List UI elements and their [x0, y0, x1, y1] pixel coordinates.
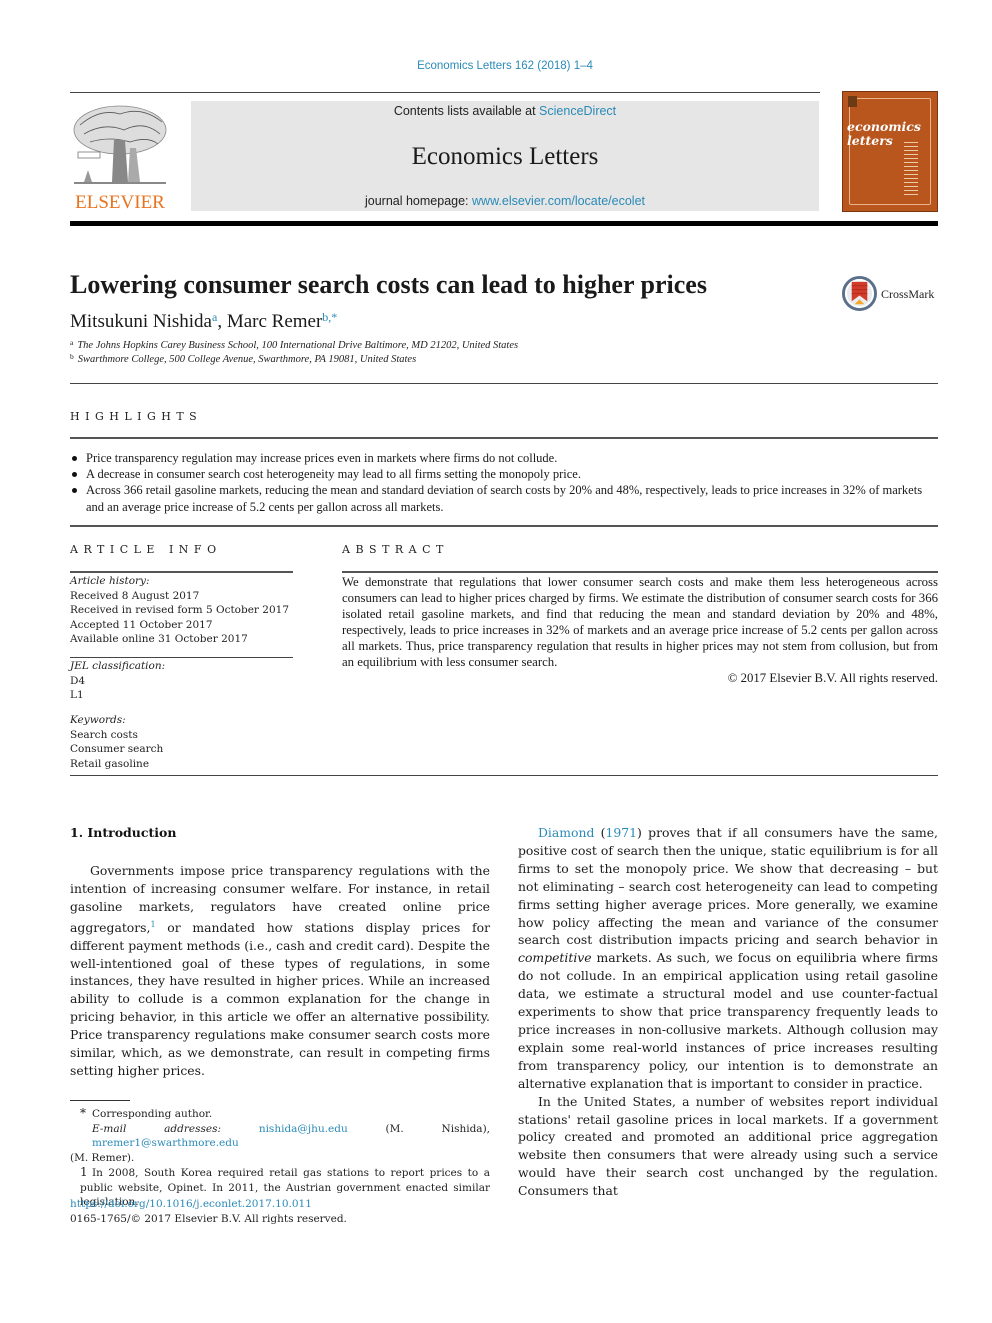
contents-line: Contents lists available at ScienceDirec… — [191, 104, 819, 118]
issn-copyright: 0165-1765/© 2017 Elsevier B.V. All right… — [70, 1213, 347, 1225]
doi-link[interactable]: https://doi.org/10.1016/j.econlet.2017.1… — [70, 1198, 312, 1210]
keyword: Consumer search — [70, 743, 164, 755]
jel-classification: JEL classification: D4 L1 — [70, 659, 293, 703]
article-history: Article history: Received 8 August 2017 … — [70, 574, 293, 647]
keyword: Search costs — [70, 728, 138, 741]
email-note: E-mail addresses: nishida@jhu.edu (M. Ni… — [70, 1122, 490, 1151]
footnotes: * Corresponding author. E-mail addresses:… — [70, 1106, 490, 1210]
divider — [70, 437, 938, 439]
journal-homepage-link[interactable]: www.elsevier.com/locate/ecolet — [472, 194, 645, 208]
keyword: Retail gasoline — [70, 757, 150, 770]
author-list: Mitsukuni Nishidaa, Marc Remerb,* — [70, 310, 337, 333]
history-entry: Accepted 11 October 2017 — [70, 618, 213, 631]
cover-contents-lines — [904, 142, 918, 198]
corresponding-author-note: * Corresponding author. — [70, 1106, 490, 1122]
body-paragraph: Governments impose price transparency re… — [70, 862, 490, 1080]
abstract-text: We demonstrate that regulations that low… — [342, 575, 938, 669]
affiliation: b Swarthmore College, 500 College Avenue,… — [70, 352, 416, 365]
homepage-prefix: journal homepage: — [364, 194, 473, 208]
cover-title-line1: economics — [847, 119, 921, 134]
journal-reference-link[interactable]: Economics Letters 162 (2018) 1–4 — [0, 60, 992, 72]
homepage-line: journal homepage: www.elsevier.com/locat… — [191, 194, 819, 208]
paragraph-text: markets. As such, we focus on equilibria… — [518, 950, 938, 1091]
article-title: Lowering consumer search costs can lead … — [70, 270, 707, 299]
affiliation: a The Johns Hopkins Carey Business School… — [70, 338, 518, 351]
history-entry: Received 8 August 2017 — [70, 589, 200, 602]
article-history-label: Article history: — [70, 575, 150, 587]
journal-masthead: Contents lists available at ScienceDirec… — [191, 101, 819, 211]
email-label: E-mail addresses: — [92, 1122, 221, 1135]
contents-prefix: Contents lists available at — [393, 104, 540, 118]
crossmark-icon — [842, 276, 877, 311]
highlight-item: A decrease in consumer search cost heter… — [70, 466, 938, 482]
abstract-body: We demonstrate that regulations that low… — [342, 574, 938, 686]
citation-link[interactable]: Diamond — [538, 825, 594, 840]
divider — [70, 775, 938, 776]
emphasis-text: competitive — [518, 950, 592, 966]
affiliation-marker[interactable]: b,* — [322, 310, 337, 324]
header-thick-rule — [70, 221, 938, 226]
keywords-label: Keywords: — [70, 714, 126, 726]
abstract-copyright: © 2017 Elsevier B.V. All rights reserved… — [727, 671, 938, 685]
body-paragraph: Diamond (1971) proves that if all consum… — [518, 824, 938, 1093]
jel-code: L1 — [70, 689, 84, 701]
body-column-left: Governments impose price transparency re… — [70, 862, 490, 1080]
section-heading-introduction: 1. Introduction — [70, 825, 177, 840]
keywords: Keywords: Search costs Consumer search R… — [70, 713, 293, 771]
affiliation-text: Swarthmore College, 500 College Avenue, … — [77, 354, 417, 365]
footnote-rule — [70, 1100, 130, 1101]
citation-year-link[interactable]: 1971 — [606, 825, 638, 840]
elsevier-tree-icon — [73, 105, 167, 184]
elsevier-logo[interactable]: ELSEVIER — [70, 100, 170, 213]
article-footer: https://doi.org/10.1016/j.econlet.2017.1… — [70, 1197, 347, 1227]
body-column-right: Diamond (1971) proves that if all consum… — [518, 824, 938, 1200]
email-link-remer[interactable]: mremer1@swarthmore.edu — [92, 1137, 239, 1149]
crossmark-label: CrossMark — [881, 287, 935, 301]
paragraph-text: or mandated how stations display prices … — [70, 919, 490, 1078]
paragraph-text: ( — [594, 825, 606, 840]
highlights-list: Price transparency regulation may increa… — [70, 450, 938, 515]
footnote-text: Corresponding author. — [92, 1108, 213, 1120]
header-top-rule — [70, 92, 820, 93]
footnote-text: (M. Nishida), — [347, 1122, 491, 1135]
jel-code: D4 — [70, 674, 86, 687]
divider — [342, 571, 938, 573]
divider — [70, 525, 938, 527]
sciencedirect-link[interactable]: ScienceDirect — [539, 104, 616, 118]
jel-label: JEL classification: — [70, 660, 166, 672]
crossmark-badge[interactable]: CrossMark — [842, 276, 942, 312]
footnote-mark: 1 — [80, 1165, 88, 1179]
highlight-item: Across 366 retail gasoline markets, redu… — [70, 482, 938, 514]
history-entry: Received in revised form 5 October 2017 — [70, 604, 290, 616]
author-name[interactable]: Mitsukuni Nishida — [70, 311, 212, 332]
author-name[interactable]: Marc Remer — [227, 311, 322, 332]
elsevier-wordmark: ELSEVIER — [75, 192, 165, 213]
affiliation-mark: b — [70, 352, 74, 361]
highlight-item: Price transparency regulation may increa… — [70, 450, 938, 466]
highlights-heading: HIGHLIGHTS — [70, 410, 203, 423]
journal-title: Economics Letters — [411, 143, 599, 170]
cover-elsevier-emblem-icon — [848, 96, 857, 107]
cover-frame — [849, 98, 931, 205]
divider — [70, 571, 293, 573]
email-link-nishida[interactable]: nishida@jhu.edu — [259, 1123, 348, 1135]
affiliation-mark: a — [70, 338, 74, 347]
divider — [70, 383, 938, 384]
journal-cover-image[interactable]: economics letters — [842, 91, 938, 212]
affiliation-text: The Johns Hopkins Carey Business School,… — [77, 340, 519, 351]
paragraph-text: proves that if all consumers have the sa… — [518, 825, 938, 948]
footnote-mark: * — [80, 1106, 86, 1120]
article-info-heading: ARTICLE INFO — [70, 543, 222, 556]
body-paragraph: In the United States, a number of websit… — [518, 1093, 938, 1199]
divider — [70, 657, 293, 658]
email-note-cont: (M. Remer). — [70, 1151, 135, 1164]
history-entry: Available online 31 October 2017 — [70, 633, 248, 645]
abstract-heading: ABSTRACT — [342, 543, 449, 556]
author-separator: , — [217, 311, 227, 332]
